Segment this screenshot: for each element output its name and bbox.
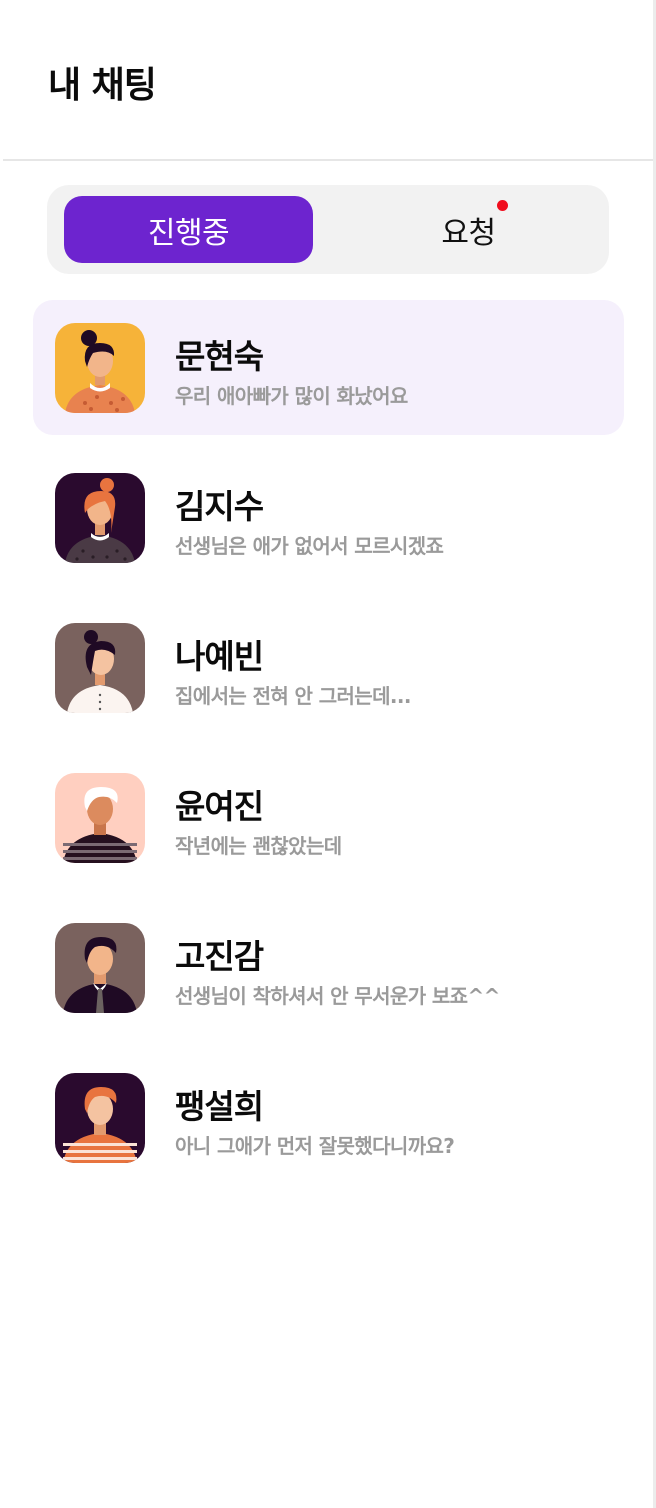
chat-name: 윤여진 <box>175 787 264 826</box>
tab-requests[interactable]: 요청 <box>344 196 593 263</box>
chat-preview: 선생님이 착하셔서 안 무서운가 보죠^^ <box>175 984 500 1008</box>
avatar <box>55 623 145 713</box>
tab-in-progress[interactable]: 진행중 <box>64 196 313 263</box>
man-avatar-icon <box>55 773 145 863</box>
woman-avatar-icon <box>55 323 145 413</box>
woman-avatar-icon <box>55 623 145 713</box>
man-avatar-icon <box>55 923 145 1013</box>
chat-list-item[interactable]: 김지수 선생님은 애가 없어서 모르시겠죠 <box>33 450 624 585</box>
chat-list-item[interactable]: 나예빈 집에서는 전혀 안 그러는데... <box>33 600 624 735</box>
chat-list-item[interactable]: 윤여진 작년에는 괜찮았는데 <box>33 750 624 885</box>
chat-name: 고진감 <box>175 937 264 976</box>
notification-dot <box>496 199 508 211</box>
chat-name: 나예빈 <box>175 637 264 676</box>
tab-requests-label: 요청 <box>441 199 508 252</box>
page-title: 내 채팅 <box>48 65 157 106</box>
chat-name: 김지수 <box>175 487 264 526</box>
header: 내 채팅 <box>0 0 653 161</box>
header-divider <box>3 159 653 161</box>
avatar <box>55 473 145 563</box>
chat-tab-switcher: 진행중 요청 <box>47 185 609 274</box>
avatar <box>55 1073 145 1163</box>
chat-preview: 선생님은 애가 없어서 모르시겠죠 <box>175 534 444 558</box>
woman-avatar-icon <box>55 473 145 563</box>
chat-list-item[interactable]: 팽설희 아니 그애가 먼저 잘못했다니까요? <box>33 1050 624 1185</box>
tab-requests-text: 요청 <box>441 215 496 251</box>
chat-list-item[interactable]: 문현숙 우리 애아빠가 많이 화났어요 <box>33 300 624 435</box>
chat-name: 팽설희 <box>175 1087 264 1126</box>
avatar <box>55 323 145 413</box>
avatar <box>55 773 145 863</box>
avatar <box>55 923 145 1013</box>
chat-list-item[interactable]: 고진감 선생님이 착하셔서 안 무서운가 보죠^^ <box>33 900 624 1035</box>
chat-name: 문현숙 <box>175 337 264 376</box>
chat-preview: 아니 그애가 먼저 잘못했다니까요? <box>175 1134 455 1158</box>
chat-preview: 우리 애아빠가 많이 화났어요 <box>175 384 408 408</box>
chat-preview: 작년에는 괜찮았는데 <box>175 834 342 858</box>
chat-preview: 집에서는 전혀 안 그러는데... <box>175 684 411 708</box>
man-avatar-icon <box>55 1073 145 1163</box>
tab-in-progress-label: 진행중 <box>147 215 230 251</box>
